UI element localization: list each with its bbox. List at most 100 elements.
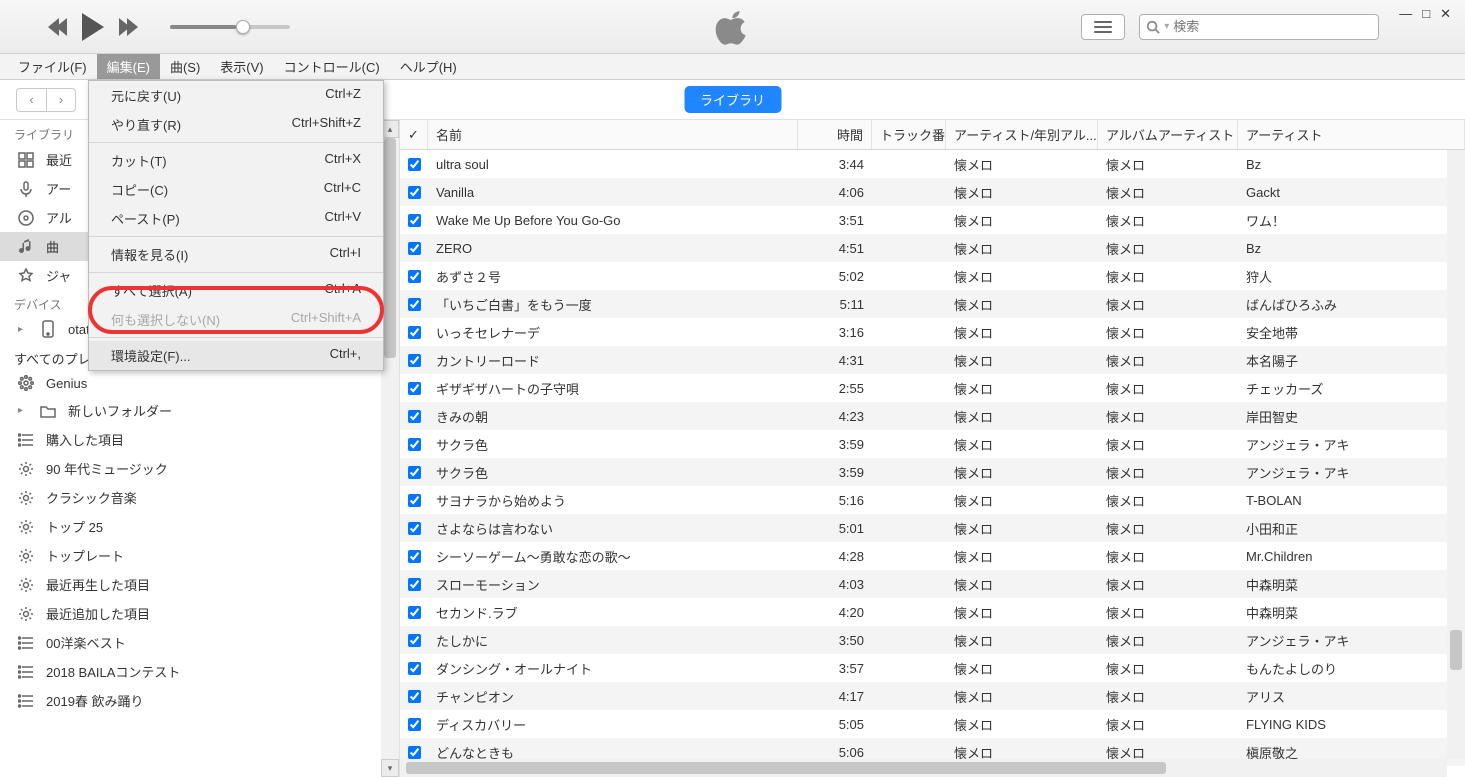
table-row[interactable]: セカンド.ラブ4:20懐メロ懐メロ中森明菜	[400, 598, 1465, 626]
row-checkbox[interactable]	[408, 214, 421, 227]
sidebar-item[interactable]: 購入した項目	[0, 425, 399, 454]
row-checkbox[interactable]	[408, 158, 421, 171]
row-checkbox[interactable]	[408, 410, 421, 423]
close-button[interactable]: ✕	[1440, 6, 1451, 22]
sidebar-item[interactable]: 2018 BAILAコンテスト	[0, 657, 399, 686]
table-row[interactable]: きみの朝4:23懐メロ懐メロ岸田智史	[400, 402, 1465, 430]
table-row[interactable]: ダンシング・オールナイト3:57懐メロ懐メロもんたよしのり	[400, 654, 1465, 682]
menu-item-p[interactable]: ペースト(P)Ctrl+V	[89, 204, 383, 233]
row-checkbox[interactable]	[408, 522, 421, 535]
sidebar-item[interactable]: トップ 25	[0, 512, 399, 541]
column-checkbox[interactable]: ✓	[400, 120, 428, 149]
sidebar-item[interactable]: 2019春 飲み踊り	[0, 686, 399, 715]
menu-item-u[interactable]: 元に戻す(U)Ctrl+Z	[89, 81, 383, 110]
table-row[interactable]: いっそセレナーデ3:16懐メロ懐メロ安全地帯	[400, 318, 1465, 346]
sidebar-item[interactable]: ▸新しいフォルダー	[0, 396, 399, 425]
menu-item-a[interactable]: すべて選択(A)Ctrl+A	[89, 276, 383, 305]
table-row[interactable]: カントリーロード4:31懐メロ懐メロ本名陽子	[400, 346, 1465, 374]
disclosure-icon[interactable]: ▸	[18, 405, 28, 416]
row-checkbox[interactable]	[408, 746, 421, 759]
table-row[interactable]: ZERO4:51懐メロ懐メロBz	[400, 234, 1465, 262]
table-row[interactable]: スローモーション4:03懐メロ懐メロ中森明菜	[400, 570, 1465, 598]
menu-song[interactable]: 曲(S)	[160, 54, 210, 79]
column-album-artist[interactable]: アルバムアーティスト	[1098, 120, 1238, 149]
column-name[interactable]: 名前	[428, 120, 798, 149]
row-checkbox[interactable]	[408, 718, 421, 731]
sidebar-item[interactable]: 00洋楽ベスト	[0, 628, 399, 657]
row-checkbox[interactable]	[408, 298, 421, 311]
row-checkbox[interactable]	[408, 354, 421, 367]
table-row[interactable]: ultra soul3:44懐メロ懐メロBz	[400, 150, 1465, 178]
menu-controls[interactable]: コントロール(C)	[274, 54, 390, 79]
table-scrollbar-horizontal[interactable]	[400, 759, 1447, 777]
play-button[interactable]	[82, 13, 104, 41]
row-checkbox[interactable]	[408, 438, 421, 451]
column-track[interactable]: トラック番号	[872, 120, 946, 149]
row-checkbox[interactable]	[408, 186, 421, 199]
genre-icon	[16, 268, 36, 284]
menu-item-n: 何も選択しない(N)Ctrl+Shift+A	[89, 305, 383, 334]
menu-view[interactable]: 表示(V)	[210, 54, 273, 79]
sidebar-item[interactable]: クラシック音楽	[0, 483, 399, 512]
table-row[interactable]: サヨナラから始めよう5:16懐メロ懐メロT-BOLAN	[400, 486, 1465, 514]
disc-icon	[16, 210, 36, 226]
column-album-sort[interactable]: アーティスト/年別アル...︿	[946, 120, 1098, 149]
menu-item-f[interactable]: 環境設定(F)...Ctrl+,	[89, 341, 383, 370]
row-checkbox[interactable]	[408, 494, 421, 507]
table-row[interactable]: 「いちご白書」をもう一度5:11懐メロ懐メロばんばひろふみ	[400, 290, 1465, 318]
nav-back-button[interactable]: ‹	[16, 88, 46, 112]
row-checkbox[interactable]	[408, 578, 421, 591]
table-row[interactable]: チャンピオン4:17懐メロ懐メロアリス	[400, 682, 1465, 710]
table-row[interactable]: シーソーゲーム～勇敢な恋の歌～4:28懐メロ懐メロMr.Children	[400, 542, 1465, 570]
table-row[interactable]: あずさ２号5:02懐メロ懐メロ狩人	[400, 262, 1465, 290]
table-row[interactable]: Vanilla4:06懐メロ懐メロGackt	[400, 178, 1465, 206]
row-checkbox[interactable]	[408, 662, 421, 675]
row-checkbox[interactable]	[408, 326, 421, 339]
table-scrollbar-vertical[interactable]	[1447, 150, 1465, 759]
menu-edit[interactable]: 編集(E)	[97, 54, 160, 79]
cell-album: 懐メロ	[946, 486, 1098, 514]
row-checkbox[interactable]	[408, 270, 421, 283]
sidebar-item[interactable]: 90 年代ミュージック	[0, 454, 399, 483]
minimize-button[interactable]: —	[1399, 6, 1412, 22]
table-row[interactable]: サクラ色3:59懐メロ懐メロアンジェラ・アキ	[400, 458, 1465, 486]
menu-item-c[interactable]: コピー(C)Ctrl+C	[89, 175, 383, 204]
row-checkbox[interactable]	[408, 242, 421, 255]
next-track-button[interactable]	[122, 18, 138, 36]
cell-artist: Gackt	[1238, 178, 1465, 206]
cell-name: ダンシング・オールナイト	[428, 654, 798, 682]
sidebar-item-label: 最近再生した項目	[46, 575, 150, 594]
sidebar-item[interactable]: Genius	[0, 370, 399, 396]
table-row[interactable]: ディスカバリー5:05懐メロ懐メロFLYING KIDS	[400, 710, 1465, 738]
row-checkbox[interactable]	[408, 690, 421, 703]
search-input[interactable]: ▾	[1139, 14, 1379, 40]
column-artist[interactable]: アーティスト	[1238, 120, 1465, 149]
table-row[interactable]: Wake Me Up Before You Go-Go3:51懐メロ懐メロワム！	[400, 206, 1465, 234]
menu-item-i[interactable]: 情報を見る(I)Ctrl+I	[89, 240, 383, 269]
column-time[interactable]: 時間	[798, 120, 872, 149]
volume-slider[interactable]	[170, 25, 290, 29]
sidebar-item[interactable]: 最近追加した項目	[0, 599, 399, 628]
menu-help[interactable]: ヘルプ(H)	[390, 54, 467, 79]
sidebar-item[interactable]: 最近再生した項目	[0, 570, 399, 599]
row-checkbox[interactable]	[408, 634, 421, 647]
row-checkbox[interactable]	[408, 550, 421, 563]
sidebar-item[interactable]: トップレート	[0, 541, 399, 570]
disclosure-icon[interactable]: ▸	[18, 324, 28, 335]
sidebar-scroll-down[interactable]: ▾	[381, 759, 399, 777]
row-checkbox[interactable]	[408, 606, 421, 619]
menu-item-r[interactable]: やり直す(R)Ctrl+Shift+Z	[89, 110, 383, 139]
table-row[interactable]: サクラ色3:59懐メロ懐メロアンジェラ・アキ	[400, 430, 1465, 458]
table-row[interactable]: たしかに3:50懐メロ懐メロアンジェラ・アキ	[400, 626, 1465, 654]
table-row[interactable]: ギザギザハートの子守唄2:55懐メロ懐メロチェッカーズ	[400, 374, 1465, 402]
row-checkbox[interactable]	[408, 466, 421, 479]
queue-button[interactable]	[1081, 14, 1125, 40]
library-tab[interactable]: ライブラリ	[684, 86, 781, 113]
row-checkbox[interactable]	[408, 382, 421, 395]
menu-file[interactable]: ファイル(F)	[8, 54, 97, 79]
prev-track-button[interactable]	[48, 18, 64, 36]
table-row[interactable]: さよならは言わない5:01懐メロ懐メロ小田和正	[400, 514, 1465, 542]
nav-forward-button[interactable]: ›	[46, 88, 76, 112]
menu-item-t[interactable]: カット(T)Ctrl+X	[89, 146, 383, 175]
maximize-button[interactable]: □	[1422, 6, 1430, 22]
